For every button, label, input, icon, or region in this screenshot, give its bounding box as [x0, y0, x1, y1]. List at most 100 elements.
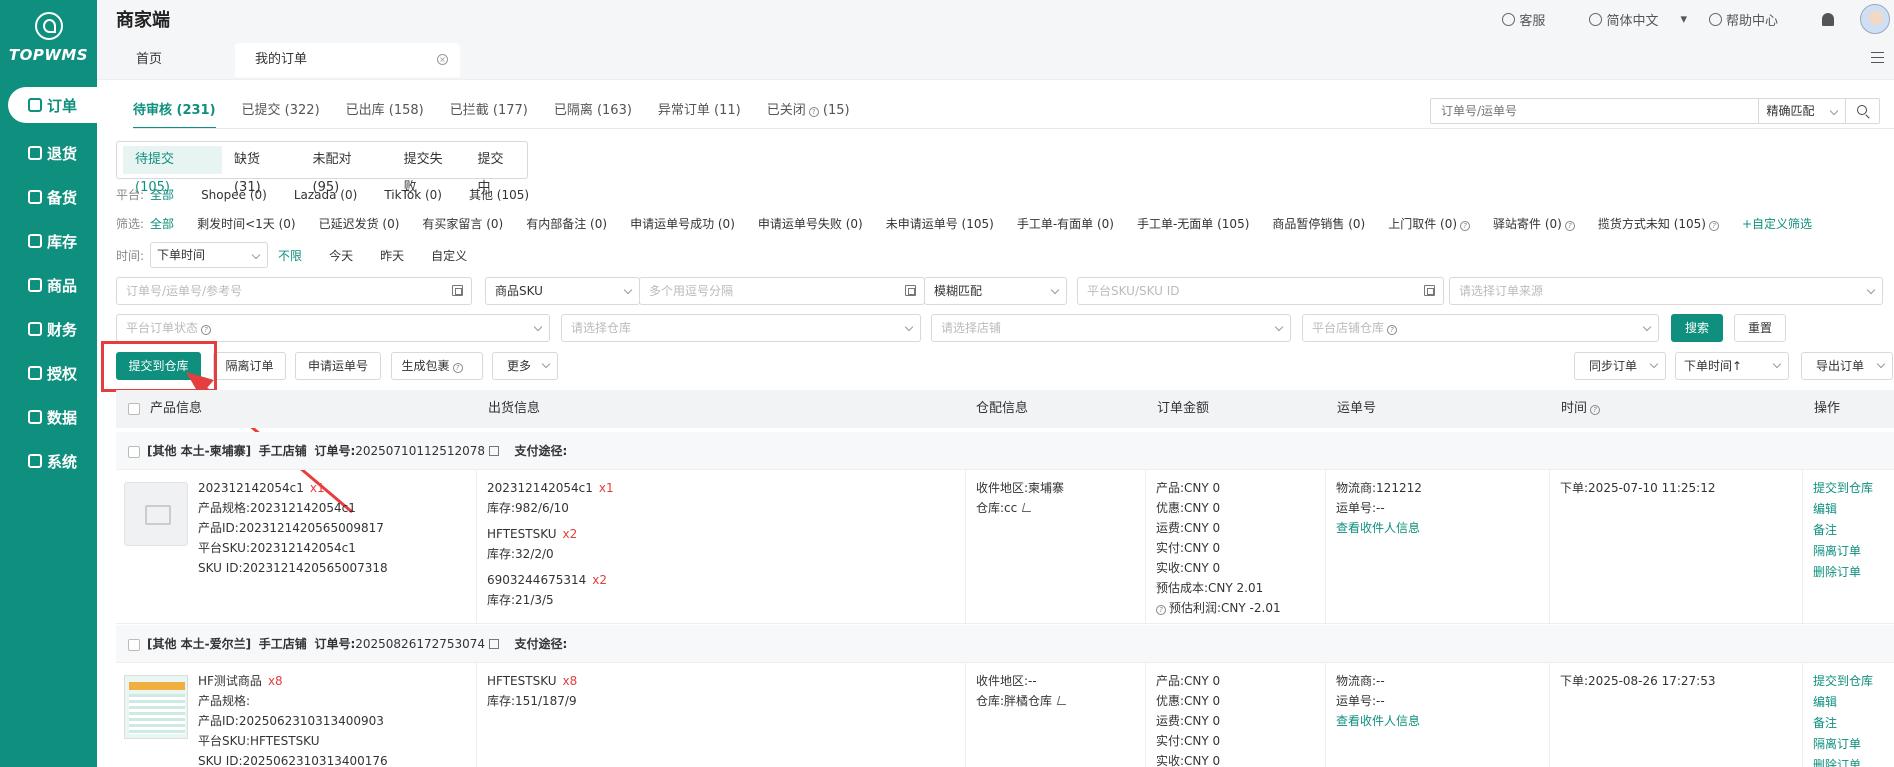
warehouse-select[interactable]: 请选择仓库 — [561, 314, 921, 342]
checkbox[interactable] — [128, 445, 140, 458]
paste-icon[interactable] — [905, 285, 916, 296]
op-note[interactable]: 备注 — [1813, 520, 1884, 541]
op-submit-to-warehouse[interactable]: 提交到仓库 — [1813, 478, 1884, 499]
sidebar-item-inventory[interactable]: 库存 — [0, 219, 97, 263]
subtab-unpaired[interactable]: 未配对 (95) — [301, 146, 392, 195]
time-today[interactable]: 今天 — [329, 242, 353, 270]
screen-manual-nolabel[interactable]: 手工单-无面单 (105) — [1137, 214, 1249, 234]
op-isolate[interactable]: 隔离订单 — [1813, 734, 1884, 755]
row-checkbox[interactable] — [128, 432, 140, 470]
tab-my-orders[interactable]: 我的订单 × — [235, 43, 460, 77]
row-checkbox[interactable] — [128, 625, 140, 663]
subtab-submit-failed[interactable]: 提交失败 — [392, 146, 466, 195]
platform-tiktok[interactable]: TikTok (0) — [384, 185, 442, 205]
sidebar-item-orders[interactable]: 订单 — [8, 87, 97, 123]
paste-icon[interactable] — [452, 285, 463, 296]
search-button[interactable]: 搜索 — [1671, 314, 1723, 342]
close-icon[interactable]: × — [437, 54, 448, 65]
store-select[interactable]: 请选择店铺 — [931, 314, 1291, 342]
tab-submitted[interactable]: 已提交 (322) — [242, 99, 320, 129]
subtab-out-of-stock[interactable]: 缺货 (31) — [222, 146, 301, 195]
fuzzy-match-select[interactable]: 模糊匹配 — [924, 277, 1067, 305]
platform-sku-input[interactable]: 平台SKU/SKU ID — [1077, 277, 1444, 305]
more-button[interactable]: 更多 — [492, 352, 558, 380]
screen-no-waybill[interactable]: 未申请运单号 (105) — [886, 214, 994, 234]
edit-icon[interactable] — [1022, 503, 1034, 512]
screen-ship-soon[interactable]: 剩发时间<1天 (0) — [197, 214, 296, 234]
sidebar-item-products[interactable]: 商品 — [0, 263, 97, 307]
op-edit[interactable]: 编辑 — [1813, 692, 1884, 713]
sort-select[interactable]: 下单时间↑ — [1675, 352, 1789, 380]
platform-all[interactable]: 全部 — [150, 185, 174, 205]
screen-all[interactable]: 全部 — [150, 214, 174, 234]
sku-type-select[interactable]: 商品SKU — [485, 277, 640, 305]
time-any[interactable]: 不限 — [278, 242, 302, 270]
tab-shipped[interactable]: 已出库 (158) — [346, 99, 424, 129]
sidebar-item-finance[interactable]: 财务 — [0, 307, 97, 351]
sidebar-item-auth[interactable]: 授权 — [0, 351, 97, 395]
custom-filter-link[interactable]: +自定义筛选 — [1742, 214, 1812, 234]
language-select[interactable]: 简体中文 ▾ — [1589, 10, 1687, 29]
screen-pickup[interactable]: 上门取件 (0)? — [1388, 214, 1471, 234]
tab-home[interactable]: 首页 — [116, 43, 236, 77]
screen-waybill-fail[interactable]: 申请运单号失败 (0) — [758, 214, 863, 234]
bell-icon[interactable] — [1822, 12, 1834, 26]
screen-internal-note[interactable]: 有内部备注 (0) — [526, 214, 607, 234]
platform-status-select[interactable]: 平台订单状态? — [116, 314, 550, 342]
screen-unknown[interactable]: 揽货方式未知 (105)? — [1598, 214, 1719, 234]
checkbox[interactable] — [128, 638, 140, 651]
menu-icon[interactable] — [1871, 52, 1884, 63]
tab-pending-review[interactable]: 待审核 (231) — [133, 99, 216, 129]
match-select[interactable]: 精确匹配 — [1757, 99, 1846, 123]
order-search-input[interactable] — [1431, 99, 1758, 123]
tab-closed[interactable]: 已关闭? (15) — [767, 99, 850, 129]
help-center-link[interactable]: 帮助中心 — [1708, 10, 1800, 29]
search-button[interactable] — [1845, 99, 1879, 123]
screen-buyer-msg[interactable]: 有买家留言 (0) — [422, 214, 503, 234]
screen-waybill-ok[interactable]: 申请运单号成功 (0) — [630, 214, 735, 234]
sync-orders-button[interactable]: 同步订单 — [1574, 352, 1666, 380]
op-note[interactable]: 备注 — [1813, 713, 1884, 734]
screen-delayed[interactable]: 已延迟发货 (0) — [319, 214, 400, 234]
sidebar-item-stock-prep[interactable]: 备货 — [0, 175, 97, 219]
apply-waybill-button[interactable]: 申请运单号 — [295, 352, 381, 380]
sku-multi-input[interactable]: 多个用逗号分隔 — [639, 277, 925, 305]
op-submit-to-warehouse[interactable]: 提交到仓库 — [1813, 671, 1884, 692]
customer-service-link[interactable]: 客服 — [1502, 10, 1567, 29]
subtab-submitting[interactable]: 提交中 — [466, 146, 527, 195]
platform-other[interactable]: 其他 (105) — [469, 185, 529, 205]
tab-intercepted[interactable]: 已拦截 (177) — [450, 99, 528, 129]
op-isolate[interactable]: 隔离订单 — [1813, 541, 1884, 562]
screen-manual-label[interactable]: 手工单-有面单 (0) — [1017, 214, 1114, 234]
time-custom[interactable]: 自定义 — [431, 242, 467, 270]
edit-icon[interactable] — [1056, 696, 1069, 705]
paste-icon[interactable] — [1424, 285, 1435, 296]
screen-station[interactable]: 驿站寄件 (0)? — [1493, 214, 1575, 234]
platform-warehouse-select[interactable]: 平台店铺仓库? — [1302, 314, 1659, 342]
isolate-order-button[interactable]: 隔离订单 — [213, 352, 286, 380]
avatar[interactable] — [1860, 4, 1890, 34]
sidebar-item-data[interactable]: 数据 — [0, 395, 97, 439]
screen-paused[interactable]: 商品暂停销售 (0) — [1272, 214, 1365, 234]
platform-lazada[interactable]: Lazada (0) — [294, 185, 357, 205]
time-type-select[interactable]: 下单时间 — [150, 242, 269, 268]
subtab-to-submit[interactable]: 待提交 (105) — [123, 146, 222, 195]
generate-package-button[interactable]: 生成包裹? — [391, 352, 483, 380]
order-no-input[interactable]: 订单号/运单号/参考号 — [116, 277, 472, 305]
select-all-checkbox[interactable] — [128, 390, 140, 428]
view-recipient-link[interactable]: 查看收件人信息 — [1336, 711, 1539, 731]
platform-shopee[interactable]: Shopee (0) — [201, 185, 267, 205]
tab-abnormal[interactable]: 异常订单 (11) — [658, 99, 741, 129]
op-delete[interactable]: 删除订单 — [1813, 562, 1884, 583]
tab-isolated[interactable]: 已隔离 (163) — [554, 99, 632, 129]
copy-icon[interactable] — [489, 446, 500, 456]
order-source-select[interactable]: 请选择订单来源 — [1449, 277, 1883, 305]
copy-icon[interactable] — [489, 639, 500, 649]
sidebar-item-returns[interactable]: 退货 — [0, 131, 97, 175]
checkbox[interactable] — [128, 402, 140, 415]
op-delete[interactable]: 删除订单 — [1813, 755, 1884, 767]
sidebar-item-system[interactable]: 系统 — [0, 439, 97, 483]
op-edit[interactable]: 编辑 — [1813, 499, 1884, 520]
export-orders-button[interactable]: 导出订单 — [1801, 352, 1893, 380]
time-yesterday[interactable]: 昨天 — [380, 242, 404, 270]
